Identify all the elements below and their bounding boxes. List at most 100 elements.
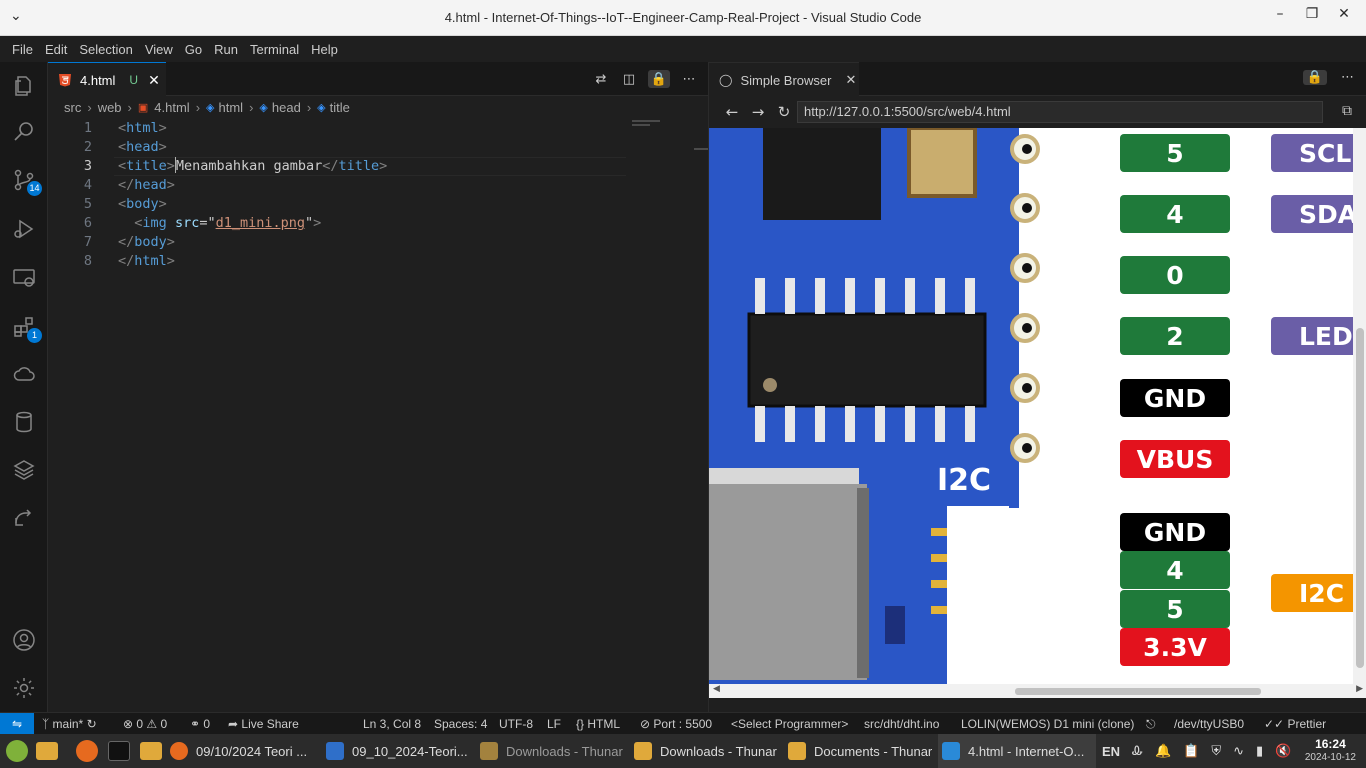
breadcrumb-title[interactable]: title — [330, 100, 350, 115]
more-actions-icon[interactable]: ⋯ — [1341, 70, 1354, 85]
programmer-select[interactable]: <Select Programmer> — [731, 717, 848, 731]
live-share-icon[interactable] — [12, 505, 36, 529]
problems-status[interactable]: ⊗ 0 ⚠ 0 — [123, 717, 167, 731]
split-editor-icon[interactable]: ◫ — [620, 70, 638, 88]
encoding[interactable]: UTF-8 — [499, 717, 533, 731]
explorer-icon[interactable] — [12, 74, 36, 98]
tab-4-html[interactable]: 4.html U ✕ — [48, 62, 166, 97]
lock-group-icon[interactable]: 🔒 — [1302, 70, 1327, 85]
database-icon[interactable] — [12, 410, 36, 434]
pin-label: VBUS — [1120, 440, 1230, 478]
menu-file[interactable]: File — [6, 42, 39, 57]
remote-indicator-icon[interactable]: ⇋ — [0, 712, 34, 735]
menu-selection[interactable]: Selection — [73, 42, 138, 57]
account-icon[interactable] — [12, 628, 36, 652]
browser-viewport[interactable]: I2C 5 4 0 2 GND VBUS GND 4 5 3.3V SCL SD… — [709, 128, 1366, 698]
cursor-position[interactable]: Ln 3, Col 8 — [363, 717, 421, 731]
board-select[interactable]: LOLIN(WEMOS) D1 mini (clone) — [961, 717, 1134, 731]
extensions-badge: 1 — [27, 328, 42, 343]
firefox-launcher-icon[interactable] — [76, 734, 106, 768]
cloud-icon[interactable] — [12, 362, 36, 386]
battery-icon[interactable]: ▮ — [1256, 743, 1263, 759]
taskbar-app-documents[interactable]: Documents - Thunar — [788, 734, 938, 768]
reload-icon[interactable]: ↻ — [771, 103, 797, 121]
extensions-icon[interactable]: 1 — [12, 315, 42, 343]
indentation[interactable]: Spaces: 4 — [434, 717, 487, 731]
menu-go[interactable]: Go — [179, 42, 208, 57]
open-external-icon[interactable]: ⧉ — [1342, 103, 1352, 119]
taskbar-app-downloads-2[interactable]: Downloads - Thunar — [634, 734, 784, 768]
vertical-scrollbar[interactable] — [1353, 128, 1366, 684]
code-editor[interactable]: 1 <html> 2 <head> 3 <title>Menambahkan gamb… — [48, 119, 648, 271]
search-icon[interactable] — [12, 120, 36, 144]
taskbar-app-document[interactable]: 09_10_2024-Teori... — [326, 734, 476, 768]
close-tab-icon[interactable]: ✕ — [845, 72, 856, 88]
menu-help[interactable]: Help — [305, 42, 344, 57]
back-arrow-icon[interactable]: ← — [719, 103, 745, 121]
sketch-file[interactable]: src/dht/dht.ino — [864, 717, 939, 731]
globe-icon: ◯ — [719, 73, 733, 87]
code-line: 8 </html> — [83, 253, 175, 269]
taskbar-app-downloads-1[interactable]: Downloads - Thunar — [480, 734, 630, 768]
keyboard-layout[interactable]: EN — [1102, 744, 1120, 759]
prettier-status[interactable]: ✓✓ Prettier — [1264, 717, 1326, 731]
html5-file-icon — [59, 74, 71, 87]
d1-mini-board-image: I2C — [709, 128, 1064, 688]
live-server-port[interactable]: ⊘ Port : 5500 — [640, 717, 712, 731]
breadcrumb-head[interactable]: head — [272, 100, 301, 115]
minimap[interactable] — [632, 120, 668, 132]
editor-tab-bar: 4.html U ✕ ⇄ ◫ 🔒 ⋯ — [48, 62, 708, 97]
serial-port[interactable]: /dev/ttyUSB0 — [1174, 717, 1244, 731]
branch-status[interactable]: ᛉ main* ↻ — [42, 717, 97, 731]
plug-icon[interactable]: ⎋ — [1146, 717, 1156, 732]
breadcrumb-html[interactable]: html — [219, 100, 244, 115]
run-debug-icon[interactable] — [12, 217, 36, 241]
update-shield-icon[interactable]: ⛨ — [1211, 743, 1221, 759]
clock[interactable]: 16:24 2024-10-12 — [1305, 737, 1356, 765]
notifications-icon[interactable]: 🔔 — [1155, 743, 1171, 759]
url-input[interactable]: http://127.0.0.1:5500/src/web/4.html — [797, 101, 1323, 123]
forward-arrow-icon[interactable]: → — [745, 103, 771, 121]
menu-run[interactable]: Run — [208, 42, 244, 57]
mint-menu-icon[interactable] — [4, 734, 36, 768]
tab-simple-browser[interactable]: ◯ Simple Browser ✕ — [709, 62, 859, 97]
clipboard-icon[interactable]: 📋 — [1183, 743, 1199, 759]
close-icon[interactable]: ✕ — [1336, 6, 1352, 22]
wifi-icon[interactable]: ∿ — [1233, 743, 1244, 759]
live-share-status[interactable]: ➦ Live Share — [228, 717, 299, 731]
horizontal-scrollbar[interactable]: ◀ ▶ — [709, 684, 1366, 698]
activity-bar: 14 1 — [0, 62, 48, 712]
editor-group: 4.html U ✕ ⇄ ◫ 🔒 ⋯ src › web › ▣ 4.html › ◈ h… — [48, 62, 708, 712]
layers-icon[interactable] — [12, 458, 36, 482]
breadcrumb-web[interactable]: web — [98, 100, 122, 115]
more-actions-icon[interactable]: ⋯ — [680, 70, 698, 88]
menu-bar: File Edit Selection View Go Run Terminal… — [0, 36, 1366, 62]
source-control-icon[interactable]: 14 — [12, 168, 42, 196]
ports-status[interactable]: ⚭ 0 — [190, 717, 210, 731]
pin-label: 5 — [1120, 134, 1230, 172]
language-mode[interactable]: {} HTML — [576, 717, 620, 731]
settings-gear-icon[interactable] — [12, 676, 36, 700]
taskbar-app-vscode[interactable]: 4.html - Internet-O... — [938, 734, 1096, 768]
close-tab-icon[interactable]: ✕ — [148, 72, 160, 89]
breadcrumb-file[interactable]: 4.html — [154, 100, 189, 115]
minimize-icon[interactable]: – — [1272, 6, 1288, 22]
volume-muted-icon[interactable]: 🔇 — [1275, 743, 1291, 759]
breadcrumb-src[interactable]: src — [64, 100, 81, 115]
terminal-launcher-icon[interactable] — [108, 734, 138, 768]
remote-explorer-icon[interactable] — [12, 266, 36, 290]
bluetooth-icon[interactable]: Ꮂ — [1132, 743, 1143, 759]
breadcrumb: src › web › ▣ 4.html › ◈ html › ◈ head › ◈ title — [64, 99, 350, 115]
menu-terminal[interactable]: Terminal — [244, 42, 305, 57]
menu-edit[interactable]: Edit — [39, 42, 73, 57]
html5-file-icon: ▣ — [137, 101, 149, 114]
untracked-status: U — [129, 73, 139, 87]
open-changes-icon[interactable]: ⇄ — [592, 70, 610, 88]
maximize-icon[interactable]: ❐ — [1304, 6, 1320, 22]
lock-group-icon[interactable]: 🔒 — [648, 70, 670, 88]
taskbar-app-browser[interactable]: 09/10/2024 Teori ... — [170, 734, 320, 768]
folder-launcher-icon[interactable] — [140, 734, 170, 768]
menu-view[interactable]: View — [139, 42, 179, 57]
files-launcher-icon[interactable] — [36, 734, 66, 768]
line-ending[interactable]: LF — [547, 717, 561, 731]
